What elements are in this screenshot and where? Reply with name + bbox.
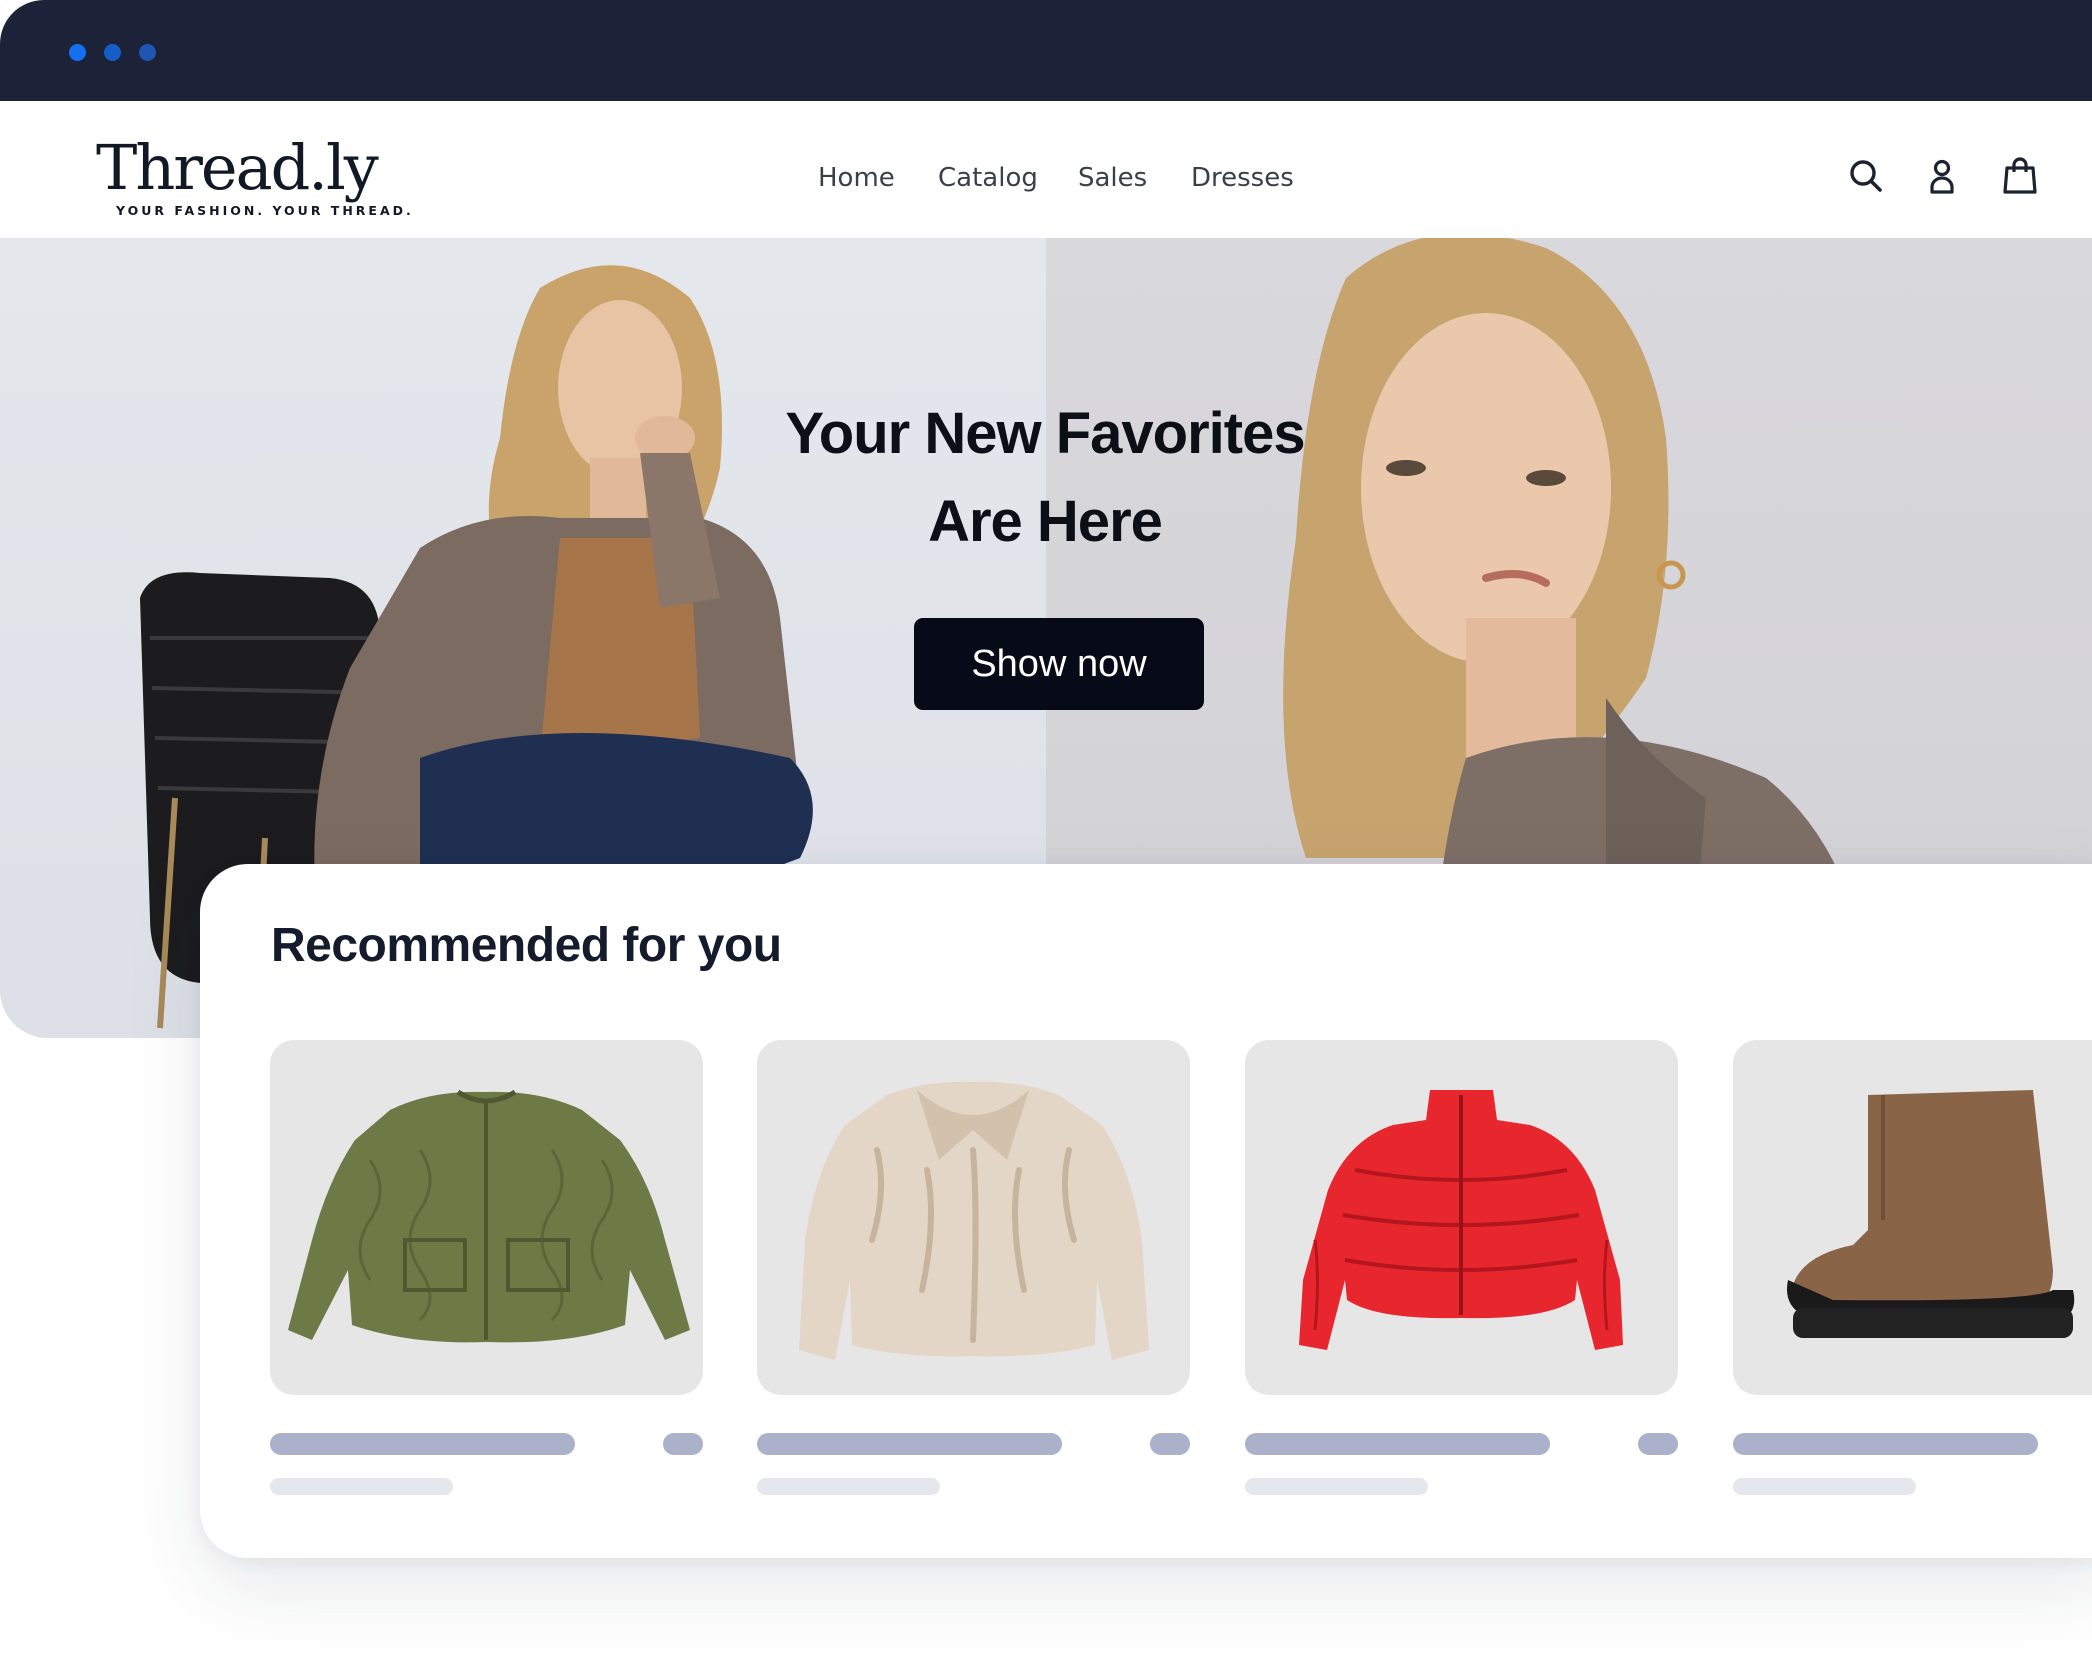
site-logo[interactable]: Thread.ly YOUR FASHION. YOUR THREAD. (96, 131, 411, 221)
logo-wordmark: Thread.ly (96, 131, 379, 204)
nav-catalog[interactable]: Catalog (938, 163, 1038, 193)
recommended-title: Recommended for you (271, 919, 782, 972)
product-meta-placeholder (757, 1478, 940, 1495)
window-dot-close[interactable] (69, 44, 86, 61)
show-now-button[interactable]: Show now (914, 618, 1204, 710)
nav-home[interactable]: Home (818, 163, 895, 193)
search-icon[interactable] (1846, 156, 1886, 196)
product-name-placeholder (1733, 1433, 2038, 1455)
site-header: Thread.ly YOUR FASHION. YOUR THREAD. Hom… (0, 101, 2092, 238)
product-name-placeholder (1245, 1433, 1550, 1455)
logo-tagline: YOUR FASHION. YOUR THREAD. (116, 203, 414, 218)
product-name-placeholder (270, 1433, 575, 1455)
window-titlebar (0, 0, 2092, 101)
hero-title-line-1: Your New Favorites (785, 401, 1305, 466)
user-icon[interactable] (1922, 156, 1962, 196)
product-price-placeholder (663, 1433, 703, 1455)
hero-title: Your New Favorites Are Here (745, 390, 1345, 566)
window-dot-maximize[interactable] (139, 44, 156, 61)
product-image-green-quilted-jacket[interactable] (270, 1040, 703, 1395)
window-dot-minimize[interactable] (104, 44, 121, 61)
product-image-brown-suede-boot[interactable] (1733, 1040, 2092, 1395)
product-meta-placeholder (1245, 1478, 1428, 1495)
product-name-placeholder (757, 1433, 1062, 1455)
product-meta-placeholder (270, 1478, 453, 1495)
product-image-faux-fur-jacket[interactable] (757, 1040, 1190, 1395)
product-image-red-puffer-jacket[interactable] (1245, 1040, 1678, 1395)
nav-dresses[interactable]: Dresses (1191, 163, 1294, 193)
product-price-placeholder (1150, 1433, 1190, 1455)
product-meta-placeholder (1733, 1478, 1916, 1495)
hero-title-line-2: Are Here (928, 489, 1163, 554)
product-price-placeholder (1638, 1433, 1678, 1455)
recommended-panel: Recommended for you (200, 864, 2092, 1558)
nav-sales[interactable]: Sales (1078, 163, 1147, 193)
shopping-bag-icon[interactable] (2000, 156, 2040, 196)
